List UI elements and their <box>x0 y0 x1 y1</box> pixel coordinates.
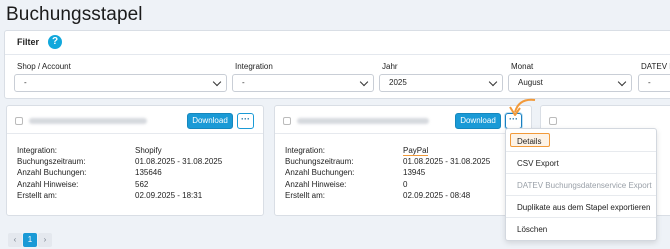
datev-export-select[interactable]: - <box>638 74 670 92</box>
filter-label-shop: Shop / Account <box>17 62 71 71</box>
row-value: 01.08.2025 - 31.08.2025 <box>403 157 491 166</box>
row-value: 13945 <box>403 168 426 177</box>
chevron-down-icon <box>359 77 369 87</box>
menu-divider <box>506 195 656 196</box>
row-key: Anzahl Hinweise: <box>285 180 347 189</box>
row-value: 135646 <box>135 168 162 177</box>
filter-label-year: Jahr <box>382 62 398 71</box>
shop-account-value: - <box>24 78 27 87</box>
chevron-down-icon <box>488 77 498 87</box>
menu-item-delete[interactable]: Löschen <box>517 225 547 234</box>
row-key: Anzahl Buchungen: <box>285 168 355 177</box>
batch-card: Download ··· Integration: PayPal Buchung… <box>274 105 532 216</box>
filter-label-integration: Integration <box>235 62 273 71</box>
more-options-button[interactable]: ··· <box>237 113 254 129</box>
row-value: PayPal <box>403 146 429 156</box>
filter-header: Filter ? <box>5 31 670 55</box>
integration-value: - <box>242 78 245 87</box>
menu-item-datev-export[interactable]: DATEV Buchungsdatenservice Export <box>517 181 652 190</box>
row-value: 02.09.2025 - 08:48 <box>403 191 471 200</box>
filter-title: Filter <box>17 37 40 47</box>
row-value: 0 <box>403 180 408 189</box>
menu-item-csv-export[interactable]: CSV Export <box>517 159 559 168</box>
chevron-down-icon <box>617 77 627 87</box>
annotation-arrow-icon <box>509 98 536 116</box>
month-select[interactable]: August <box>508 74 632 92</box>
menu-divider <box>506 151 656 152</box>
pagination-prev[interactable]: ‹ <box>8 233 22 247</box>
select-checkbox[interactable] <box>15 117 23 125</box>
menu-divider <box>506 217 656 218</box>
card-options-menu: Details CSV Export DATEV Buchungsdatense… <box>505 128 657 241</box>
row-key: Integration: <box>17 146 58 155</box>
integration-select[interactable]: - <box>232 74 374 92</box>
menu-divider <box>506 173 656 174</box>
download-button[interactable]: Download <box>187 113 233 129</box>
menu-item-details[interactable]: Details <box>517 137 541 146</box>
row-key: Buchungszeitraum: <box>285 157 354 166</box>
row-value: Shopify <box>135 146 162 155</box>
row-key: Anzahl Hinweise: <box>17 180 79 189</box>
shop-account-select[interactable]: - <box>14 74 227 92</box>
card-header: Download ··· <box>275 106 531 134</box>
row-key: Buchungszeitraum: <box>17 157 86 166</box>
select-checkbox[interactable] <box>549 117 557 125</box>
datev-export-value: - <box>648 78 651 87</box>
year-value: 2025 <box>389 78 407 87</box>
row-value: 02.09.2025 - 18:31 <box>135 191 203 200</box>
row-value: 562 <box>135 180 149 189</box>
download-button[interactable]: Download <box>455 113 501 129</box>
pagination-page-1[interactable]: 1 <box>23 233 37 247</box>
row-value: 01.08.2025 - 31.08.2025 <box>135 157 223 166</box>
page-title: Buchungsstapel <box>6 4 143 25</box>
blurred-batch-name <box>29 118 147 124</box>
row-key: Erstellt am: <box>17 191 58 200</box>
filter-label-datev: DATEV Ex <box>641 62 670 71</box>
card-header: Download ··· <box>7 106 263 134</box>
filter-panel: Filter ? Shop / Account - Integration - … <box>4 30 670 99</box>
row-key: Erstellt am: <box>285 191 326 200</box>
chevron-down-icon <box>212 77 222 87</box>
menu-item-export-duplicates[interactable]: Duplikate aus dem Stapel exportieren <box>517 203 650 212</box>
year-select[interactable]: 2025 <box>379 74 503 92</box>
select-checkbox[interactable] <box>283 117 291 125</box>
row-key: Anzahl Buchungen: <box>17 168 87 177</box>
blurred-batch-name <box>297 118 429 124</box>
month-value: August <box>518 78 543 87</box>
row-key: Integration: <box>285 146 326 155</box>
pagination-next[interactable]: › <box>38 233 52 247</box>
help-icon[interactable]: ? <box>48 35 62 49</box>
filter-label-month: Monat <box>511 62 534 71</box>
batch-card: Download ··· Integration: Shopify Buchun… <box>6 105 264 216</box>
